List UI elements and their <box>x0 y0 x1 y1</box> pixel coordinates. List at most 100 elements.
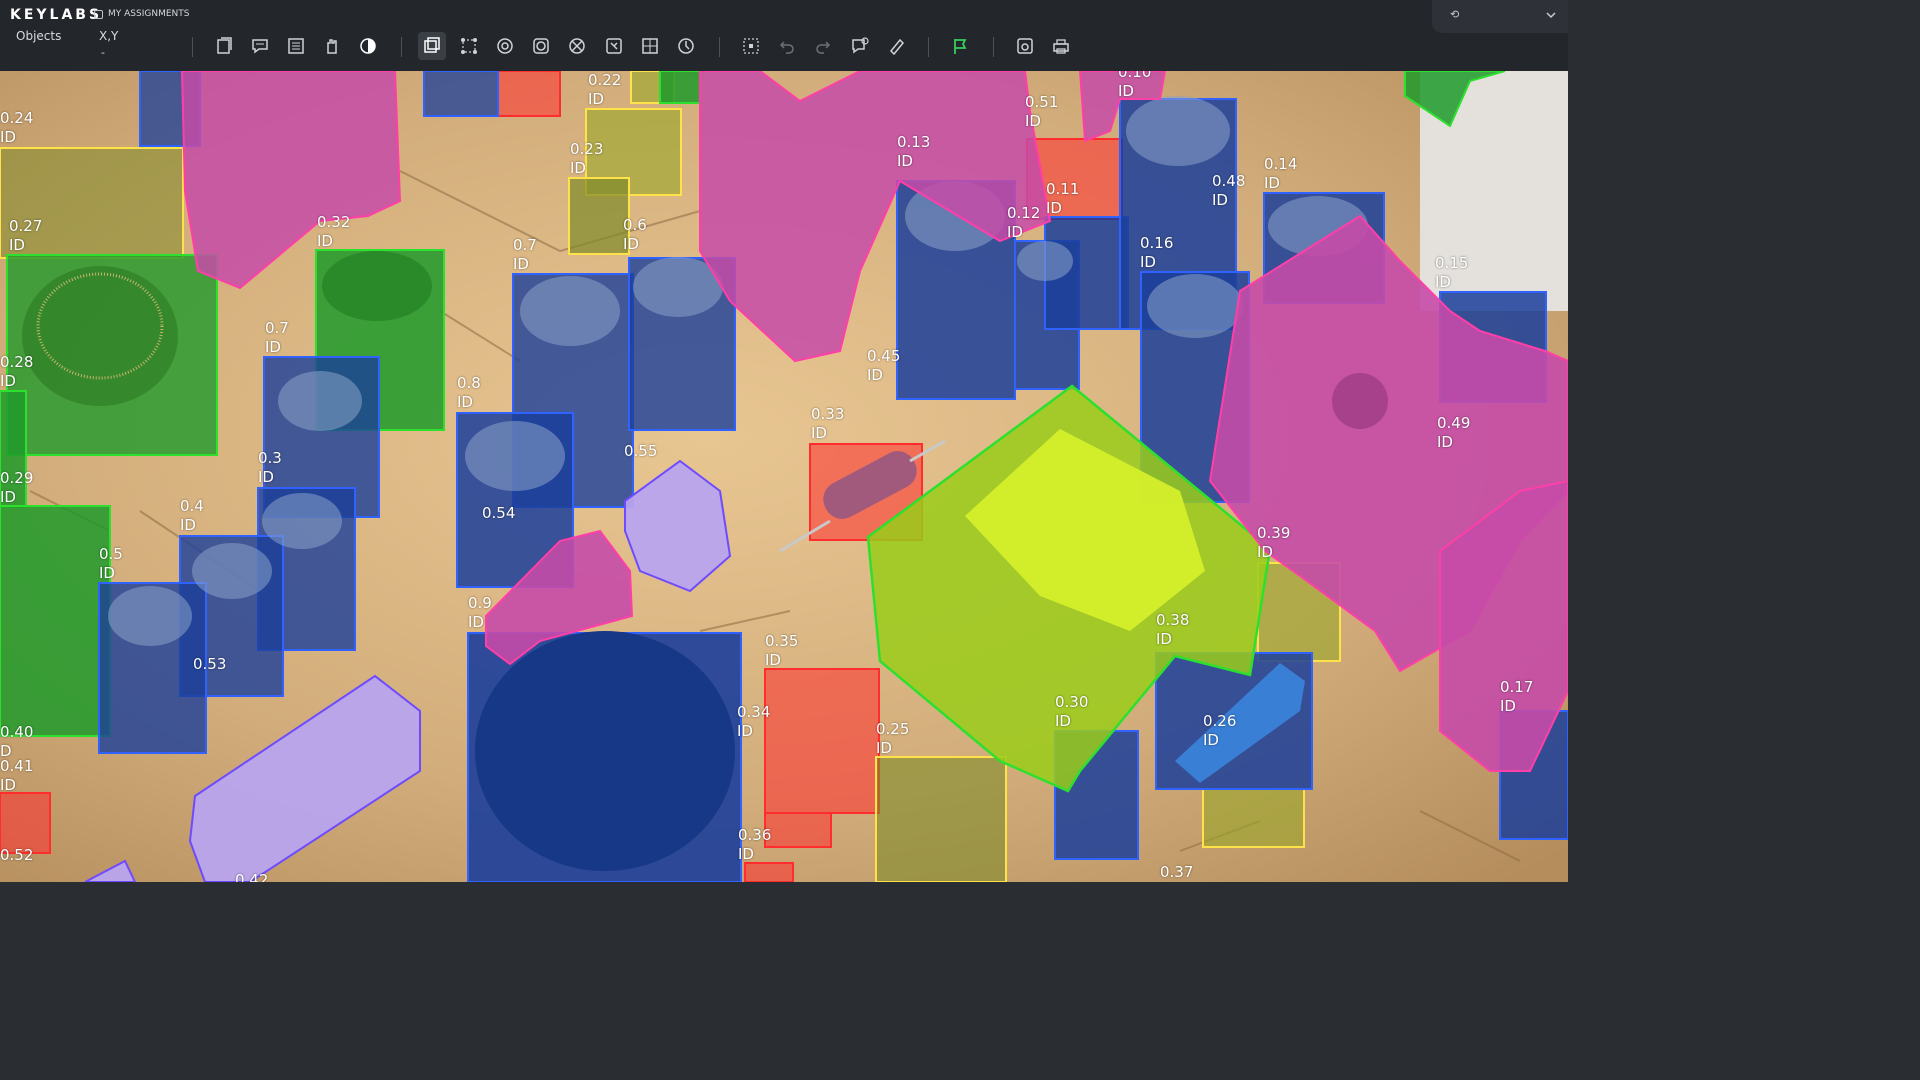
grid-tool[interactable] <box>636 32 664 60</box>
annotation-yellow[interactable] <box>875 756 1007 882</box>
flag-button[interactable] <box>946 32 974 60</box>
annotation-label: 0.24 ID <box>0 109 34 146</box>
undo-button[interactable] <box>773 32 801 60</box>
annotation-label: 0.36 ID <box>738 826 772 863</box>
top-toolbar: KEYLABS MY ASSIGNMENTS Objects X,Y - ⟲ <box>0 0 1568 71</box>
xy-coordinate-value: - <box>101 46 105 59</box>
chevron-down-icon <box>1546 12 1556 19</box>
view-dropdown-value: ⟲ <box>1450 8 1460 21</box>
redo-button[interactable] <box>809 32 837 60</box>
hand-tool-button[interactable] <box>318 32 346 60</box>
app-logo: KEYLABS <box>10 7 103 23</box>
xy-coordinate-label: X,Y <box>99 29 119 43</box>
view-dropdown[interactable]: ⟲ <box>1432 0 1568 33</box>
annotation-label: 0.7 ID <box>265 319 289 356</box>
ellipse-icon <box>497 38 513 54</box>
annotation-label: 0.14 ID <box>1264 155 1298 192</box>
list-button[interactable] <box>282 32 310 60</box>
annotation-canvas[interactable]: 0.24 ID 0.27 ID 0.28 ID 0.29 ID 0.40 D 0.41 ID… <box>0 71 1568 882</box>
annotation-label: 0.29 ID <box>0 469 34 506</box>
rotate-icon <box>678 38 694 54</box>
comment-button[interactable] <box>246 32 274 60</box>
object-properties-button[interactable] <box>210 32 238 60</box>
bounding-box-tool[interactable] <box>418 32 446 60</box>
annotation-label: 0.26 ID <box>1203 712 1237 749</box>
annotation-label: 0.35 ID <box>765 632 799 669</box>
magic-wand-tool[interactable] <box>600 32 628 60</box>
mask-icon <box>569 38 585 54</box>
toolbar-divider <box>401 37 402 57</box>
annotation-blue[interactable] <box>423 71 499 117</box>
annotation-yellow[interactable] <box>1202 788 1305 848</box>
annotation-label: 0.3 ID <box>258 449 282 486</box>
annotation-label: 0.8 ID <box>457 374 481 411</box>
eraser-button[interactable] <box>882 32 910 60</box>
object-properties-icon <box>217 37 232 54</box>
flag-icon <box>954 39 967 54</box>
annotation-label: 0.23 ID <box>570 140 604 177</box>
annotation-label: 0.48 ID <box>1212 172 1246 209</box>
contrast-button[interactable] <box>354 32 382 60</box>
annotation-red[interactable] <box>764 668 880 814</box>
annotation-red[interactable] <box>744 862 794 882</box>
annotation-label: 0.10 ID <box>1118 71 1152 100</box>
large-capacitor <box>475 631 735 871</box>
annotation-label: 0.34 ID <box>737 703 771 740</box>
save-button[interactable] <box>1011 32 1039 60</box>
objects-tab[interactable]: Objects <box>16 29 61 43</box>
brush-icon <box>533 38 549 54</box>
comment-icon <box>252 39 268 54</box>
my-assignments-link[interactable]: MY ASSIGNMENTS <box>94 9 189 19</box>
contrast-icon <box>360 38 376 54</box>
annotation-label: 0.39 ID <box>1257 524 1291 561</box>
annotation-label: 0.9 ID <box>468 594 492 631</box>
print-button[interactable] <box>1047 32 1075 60</box>
annotation-red[interactable] <box>497 71 561 117</box>
toolbar-divider <box>719 37 720 57</box>
assignments-icon <box>94 9 103 19</box>
annotation-green[interactable] <box>659 71 701 104</box>
annotation-label: 0.5 ID <box>99 545 123 582</box>
magic-wand-icon <box>606 38 622 54</box>
annotation-label: 0.13 ID <box>897 133 931 170</box>
rotate-tool[interactable] <box>672 32 700 60</box>
annotation-green[interactable] <box>0 505 111 737</box>
add-comment-button[interactable] <box>846 32 874 60</box>
add-comment-icon <box>852 37 869 54</box>
annotation-label: 0.33 ID <box>811 405 845 442</box>
annotation-yellow[interactable] <box>568 177 630 255</box>
annotation-label: 0.6 ID <box>623 216 647 253</box>
annotation-label: 0.12 ID <box>1007 204 1041 241</box>
ellipse-tool[interactable] <box>491 32 519 60</box>
annotation-label: 0.7 ID <box>513 236 537 273</box>
annotation-label: 0.52 <box>0 846 34 864</box>
heatsink-screw <box>1332 373 1388 429</box>
polygon-tool[interactable] <box>455 32 483 60</box>
undo-icon <box>779 41 794 54</box>
pcb-image <box>0 71 1568 882</box>
mask-tool[interactable] <box>563 32 591 60</box>
annotation-label: 0.42 <box>235 871 269 882</box>
save-icon <box>1017 38 1033 54</box>
annotation-red[interactable] <box>0 792 51 854</box>
annotation-label: 0.25 ID <box>876 720 910 757</box>
annotation-label: 0.11 ID <box>1046 180 1080 217</box>
list-icon <box>288 38 304 54</box>
redo-icon <box>816 41 831 54</box>
select-area-button[interactable] <box>737 32 765 60</box>
brush-tool[interactable] <box>527 32 555 60</box>
eraser-icon <box>889 38 905 55</box>
annotation-label: 0.15 ID <box>1435 254 1469 291</box>
print-icon <box>1053 39 1069 54</box>
toolbar-divider <box>928 37 929 57</box>
annotation-app: KEYLABS MY ASSIGNMENTS Objects X,Y - ⟲ 0… <box>0 0 1568 882</box>
polygon-icon <box>461 38 477 54</box>
annotation-label: 0.37 <box>1160 863 1194 881</box>
annotation-red[interactable] <box>764 812 832 848</box>
annotation-label: 0.30 ID <box>1055 693 1089 730</box>
annotation-label: 0.4 ID <box>180 497 204 534</box>
annotation-label: 0.51 ID <box>1025 93 1059 130</box>
toolbar-divider <box>192 37 193 57</box>
annotation-label: 0.28 ID <box>0 353 34 390</box>
green-capacitor-top <box>322 251 432 321</box>
